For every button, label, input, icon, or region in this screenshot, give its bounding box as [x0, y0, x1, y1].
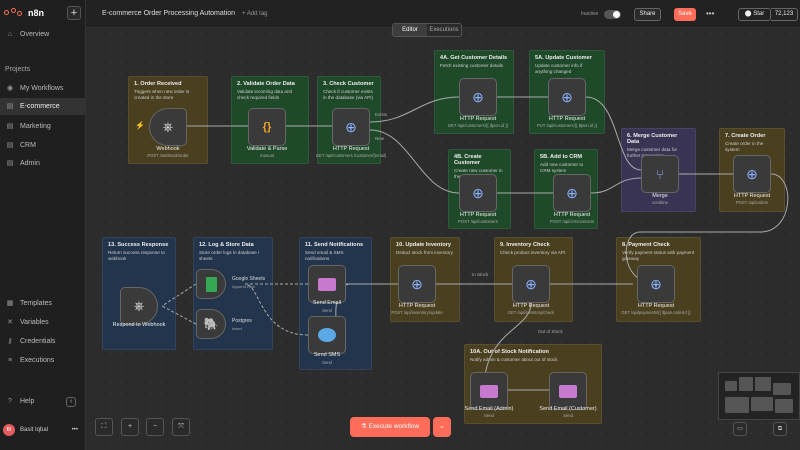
- node-subtitle: manual: [260, 153, 274, 158]
- merge-icon: ⑂: [656, 166, 664, 182]
- trigger-bolt-icon: ⚡: [135, 121, 145, 130]
- node-label: Postgres: [232, 318, 252, 324]
- node-subtitle: POST /api/orders: [735, 200, 769, 205]
- node-label: Merge: [652, 193, 668, 199]
- globe-icon: ⊕: [411, 275, 423, 292]
- send-sms-node[interactable]: [308, 316, 346, 354]
- node-subtitle: POST /api/inventory/update: [391, 310, 443, 315]
- node-label: HTTP Request: [459, 212, 497, 218]
- zoom-out-button[interactable]: −: [146, 418, 164, 436]
- webhook-icon: ⎈: [133, 298, 145, 313]
- code-braces-icon: {}: [262, 121, 272, 133]
- webhook-icon: ⎈: [162, 119, 174, 134]
- postgres-node[interactable]: 🐘: [196, 309, 226, 339]
- node-label: Webhook: [156, 146, 180, 152]
- node-subtitle: PUT /api/customers/{{ $json.id }}: [536, 123, 598, 128]
- create-customer-node[interactable]: ⊕: [459, 174, 497, 212]
- node-label: HTTP Request: [459, 116, 497, 122]
- node-subtitle: GET /api/payments/{{ $json.orderId }}: [621, 310, 691, 315]
- node-subtitle: Append Row: [232, 284, 255, 289]
- branch-label-in-stock: In Stock: [472, 272, 489, 277]
- node-label: Google Sheets: [232, 276, 266, 282]
- node-label: Send Email (Admin): [464, 406, 514, 412]
- globe-icon: ⊕: [746, 165, 758, 182]
- globe-icon: ⊕: [472, 184, 484, 201]
- branch-label-exists: Exists: [375, 112, 388, 117]
- zoom-in-button[interactable]: +: [121, 418, 139, 436]
- node-subtitle: POST /api/customers: [458, 219, 498, 224]
- elephant-icon: 🐘: [203, 317, 219, 331]
- node-label: HTTP Request: [733, 193, 771, 199]
- execute-label: Execute workflow: [368, 423, 420, 430]
- node-subtitle: POST /webhook/order: [147, 153, 189, 158]
- check-customer-node[interactable]: ⊕: [332, 108, 370, 146]
- payment-check-node[interactable]: ⊕: [637, 265, 675, 303]
- connections-layer: [161, 96, 789, 391]
- minimap[interactable]: [718, 372, 800, 420]
- globe-icon: ⊕: [345, 118, 357, 135]
- google-sheets-node[interactable]: [196, 269, 226, 299]
- branch-label-new: New: [375, 136, 385, 141]
- node-subtitle: GET /api/customers /customer/{email}: [315, 153, 387, 158]
- node-label: HTTP Request: [553, 212, 591, 218]
- node-subtitle: Send: [484, 413, 494, 418]
- node-label: Send Email (Customer): [539, 406, 597, 412]
- envelope-icon: [318, 277, 336, 291]
- tidy-up-button[interactable]: ⤧: [172, 418, 190, 436]
- globe-icon: ⊕: [566, 184, 578, 201]
- node-label: Validate & Parse: [246, 146, 288, 152]
- node-subtitle: Send: [322, 308, 332, 313]
- node-subtitle: combine: [652, 200, 668, 205]
- inventory-check-node[interactable]: ⊕: [512, 265, 550, 303]
- node-subtitle: POST /api/crm/contacts: [549, 219, 595, 224]
- node-label: HTTP Request: [512, 303, 550, 309]
- get-customer-node[interactable]: ⊕: [459, 78, 497, 116]
- update-inventory-node[interactable]: ⊕: [398, 265, 436, 303]
- flask-icon: ⚗: [360, 423, 369, 430]
- node-label: HTTP Request: [398, 303, 436, 309]
- branch-label-out-of-stock: Out of Stock: [538, 329, 563, 334]
- merge-node[interactable]: ⑂: [641, 155, 679, 193]
- node-subtitle: GET /api/inventory/check: [507, 310, 555, 315]
- node-label: HTTP Request: [548, 116, 586, 122]
- globe-icon: ⊕: [650, 275, 662, 292]
- minimap-expand-button[interactable]: ⧉: [773, 422, 787, 436]
- node-subtitle: Send: [563, 413, 573, 418]
- node-subtitle: Insert: [232, 326, 243, 331]
- node-label: HTTP Request: [332, 146, 370, 152]
- add-crm-node[interactable]: ⊕: [553, 174, 591, 212]
- chat-bubble-icon: [318, 328, 336, 342]
- fit-view-button[interactable]: ⛶: [95, 418, 113, 436]
- email-admin-node[interactable]: [470, 372, 508, 410]
- node-label: Send Email: [312, 300, 342, 306]
- globe-icon: ⊕: [525, 275, 537, 292]
- node-label: Respond to Webhook: [112, 322, 166, 328]
- execute-dropdown-button[interactable]: ⌄: [433, 417, 451, 437]
- globe-icon: ⊕: [561, 88, 573, 105]
- create-order-node[interactable]: ⊕: [733, 155, 771, 193]
- execute-workflow-button[interactable]: ⚗ Execute workflow: [350, 417, 430, 437]
- envelope-icon: [480, 384, 498, 398]
- send-email-node[interactable]: [308, 265, 346, 303]
- webhook-node[interactable]: ⎈: [149, 108, 187, 146]
- email-customer-node[interactable]: [549, 372, 587, 410]
- minimap-toggle-button[interactable]: ▭: [733, 422, 747, 436]
- node-label: Send SMS: [313, 352, 341, 358]
- spreadsheet-icon: [205, 276, 217, 292]
- node-subtitle: GET /api/customers/{{ $json.id }}: [447, 123, 509, 128]
- globe-icon: ⊕: [472, 88, 484, 105]
- node-label: HTTP Request: [637, 303, 675, 309]
- update-customer-node[interactable]: ⊕: [548, 78, 586, 116]
- respond-webhook-node[interactable]: ⎈: [120, 287, 158, 325]
- envelope-icon: [559, 384, 577, 398]
- node-subtitle: Send: [322, 360, 332, 365]
- validate-code-node[interactable]: {}: [248, 108, 286, 146]
